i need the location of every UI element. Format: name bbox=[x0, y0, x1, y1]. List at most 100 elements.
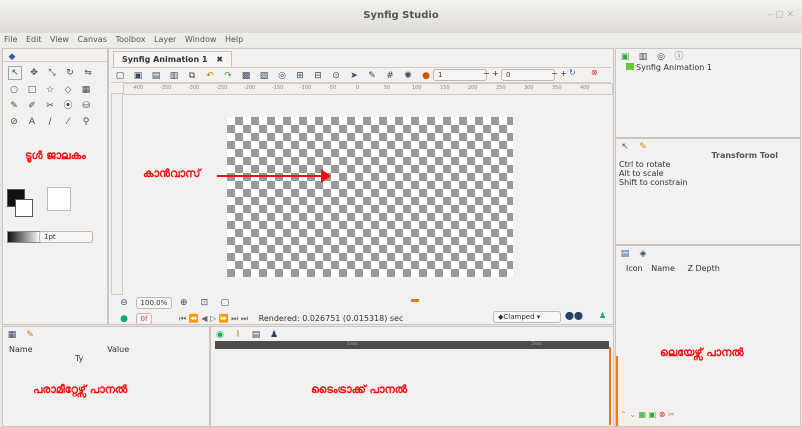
lower-layer-icon[interactable]: ⌄ bbox=[629, 410, 636, 419]
tool-options-icon[interactable]: ↖ bbox=[619, 141, 631, 153]
new-file-icon[interactable]: ▢ bbox=[114, 70, 126, 82]
width-tool-icon[interactable]: ⦿ bbox=[62, 100, 74, 112]
library-panel-icon[interactable]: ✎ bbox=[24, 329, 36, 341]
rotate-tool-icon[interactable]: ↻ bbox=[64, 67, 76, 79]
menu-help[interactable]: Help bbox=[225, 35, 243, 44]
text-tool-icon[interactable]: A bbox=[26, 116, 38, 128]
draw-mode-icon[interactable]: ✎ bbox=[366, 70, 378, 82]
sets-icon[interactable]: ◈ bbox=[637, 248, 649, 260]
gradient-tool-icon[interactable]: ▦ bbox=[80, 84, 92, 96]
spline-tool-icon[interactable]: ✎ bbox=[8, 100, 20, 112]
menu-file[interactable]: File bbox=[4, 35, 17, 44]
params-icon[interactable]: ▦ bbox=[6, 329, 18, 341]
current-frame-field[interactable]: 0f bbox=[135, 313, 153, 325]
polygon-tool-icon[interactable]: ◇ bbox=[62, 84, 74, 96]
frame-field[interactable]: 1 bbox=[433, 69, 487, 81]
brush-tool-icon[interactable]: ⁄ bbox=[62, 116, 74, 128]
col-param-type[interactable]: Ty bbox=[75, 354, 83, 363]
render-icon[interactable]: ▩ bbox=[240, 70, 252, 82]
duplicate-layer-icon[interactable]: ▦ bbox=[639, 410, 647, 419]
pointer-icon[interactable]: ➤ bbox=[348, 70, 360, 82]
horizontal-ruler[interactable]: -400 -350 -300 -250 -200 -150 -100 -50 0 50 100 150… bbox=[123, 83, 613, 95]
preview-icon[interactable]: ▧ bbox=[258, 70, 270, 82]
transform-tool-icon[interactable]: ↖ bbox=[8, 66, 22, 80]
cut-layer-icon[interactable]: ✂ bbox=[668, 410, 675, 419]
raise-layer-icon[interactable]: ⌃ bbox=[620, 410, 627, 419]
person-icon[interactable]: ♟ bbox=[599, 311, 606, 320]
col-icon[interactable]: Icon bbox=[626, 264, 643, 273]
brush-size-field[interactable]: 1pt bbox=[39, 231, 93, 243]
zoom-field[interactable]: 100.0% bbox=[135, 297, 173, 309]
keyframes-icon[interactable]: ▤ bbox=[250, 329, 262, 341]
zoom-reset-icon[interactable]: ▢ bbox=[219, 297, 231, 309]
menu-window[interactable]: Window bbox=[185, 35, 217, 44]
menu-edit[interactable]: Edit bbox=[26, 35, 42, 44]
animation-mode-icon[interactable]: ✺ bbox=[402, 70, 414, 82]
circle-tool-icon[interactable]: ○ bbox=[8, 84, 20, 96]
layers-icon[interactable]: ▤ bbox=[619, 248, 631, 260]
cutout-tool-icon[interactable]: ✂ bbox=[44, 100, 56, 112]
frame-field-2[interactable]: 0 bbox=[501, 69, 555, 81]
gradient-preview[interactable] bbox=[47, 187, 71, 211]
save-all-icon[interactable]: ⧉ bbox=[186, 70, 198, 82]
zoom-fit-icon[interactable]: ⊡ bbox=[198, 297, 210, 309]
timetrack-icon[interactable]: ◉ bbox=[214, 329, 226, 341]
draw-tool-icon[interactable]: ✐ bbox=[26, 100, 38, 112]
zoom-out-icon[interactable]: ⊖ bbox=[118, 297, 130, 309]
canvas-tab[interactable]: Synfig Animation 1 ✖ bbox=[113, 51, 233, 67]
menu-layer[interactable]: Layer bbox=[154, 35, 176, 44]
group-layer-icon[interactable]: ▣ bbox=[649, 410, 657, 419]
col-name[interactable]: Name bbox=[651, 264, 675, 273]
col-param-value[interactable]: Value bbox=[107, 345, 129, 354]
fill-tool-icon[interactable]: ⛁ bbox=[80, 100, 92, 112]
menu-canvas[interactable]: Canvas bbox=[78, 35, 107, 44]
stop-render-icon[interactable]: ⊗ bbox=[591, 68, 598, 77]
zoom-in-icon[interactable]: ⊕ bbox=[178, 297, 190, 309]
scale-tool-icon[interactable]: ⤡ bbox=[46, 67, 58, 79]
keyframe-lock-icon[interactable]: ⬤⬤ bbox=[565, 311, 583, 320]
redo-icon[interactable]: ↷ bbox=[222, 70, 234, 82]
animation-mode-toggle-icon[interactable]: ● bbox=[118, 313, 130, 325]
canvas-browser-item[interactable]: Synfig Animation 1 bbox=[616, 61, 800, 74]
smooth-move-tool-icon[interactable]: ✥ bbox=[28, 67, 40, 79]
refresh-icon[interactable]: ↻ bbox=[569, 68, 576, 77]
canvas-workarea[interactable] bbox=[227, 117, 513, 277]
info-icon[interactable]: ⓘ bbox=[673, 51, 685, 63]
library-icon[interactable]: ▥ bbox=[637, 51, 649, 63]
close-tab-icon[interactable]: ✖ bbox=[216, 55, 223, 64]
col-zdepth[interactable]: Z Depth bbox=[687, 264, 719, 273]
blend-method-select[interactable]: ◆Clamped ▾ bbox=[493, 311, 561, 323]
onion-skin-icon[interactable]: ⊙ bbox=[330, 70, 342, 82]
save-icon[interactable]: ▤ bbox=[150, 70, 162, 82]
playback-controls[interactable]: ⏮ ⏪ ◀ ▷ ⏩ ⏭ ⏭ bbox=[179, 314, 248, 323]
past-keyframe-icon[interactable]: ● bbox=[420, 70, 432, 82]
default-gradient[interactable] bbox=[7, 231, 41, 243]
frame-stepper-2[interactable]: − + bbox=[551, 69, 567, 78]
vertical-ruler[interactable] bbox=[111, 93, 123, 295]
quality-icon[interactable]: ◎ bbox=[276, 70, 288, 82]
save-as-icon[interactable]: ▥ bbox=[168, 70, 180, 82]
brush-options-icon[interactable]: ✎ bbox=[637, 141, 649, 153]
open-file-icon[interactable]: ▣ bbox=[132, 70, 144, 82]
timetrack-bar[interactable]: 1sec 2sec bbox=[215, 341, 609, 349]
curves-icon[interactable]: ⌇ bbox=[232, 329, 244, 341]
undo-icon[interactable]: ↶ bbox=[204, 70, 216, 82]
canvas-browser-icon[interactable]: ▣ bbox=[619, 51, 631, 63]
menu-toolbox[interactable]: Toolbox bbox=[115, 35, 145, 44]
window-controls[interactable]: – ▢ ✕ bbox=[768, 10, 794, 20]
star-tool-icon[interactable]: ☆ bbox=[44, 84, 56, 96]
navigator-icon[interactable]: ◎ bbox=[655, 51, 667, 63]
frame-stepper[interactable]: − + bbox=[483, 69, 499, 78]
grid-snap-icon[interactable]: ⊞ bbox=[294, 70, 306, 82]
col-param-name[interactable]: Name bbox=[9, 345, 33, 354]
zoom-tool-icon[interactable]: ⚲ bbox=[80, 116, 92, 128]
eyedrop-tool-icon[interactable]: ⊘ bbox=[8, 116, 20, 128]
delete-layer-icon[interactable]: ⊗ bbox=[659, 410, 666, 419]
sketch-tool-icon[interactable]: / bbox=[44, 116, 56, 128]
fill-color-swatch[interactable] bbox=[15, 199, 33, 217]
menu-view[interactable]: View bbox=[50, 35, 69, 44]
rectangle-tool-icon[interactable]: □ bbox=[26, 84, 38, 96]
mirror-tool-icon[interactable]: ⇋ bbox=[82, 67, 94, 79]
sound-icon[interactable]: ♟ bbox=[268, 329, 280, 341]
guide-icon[interactable]: ⊟ bbox=[312, 70, 324, 82]
